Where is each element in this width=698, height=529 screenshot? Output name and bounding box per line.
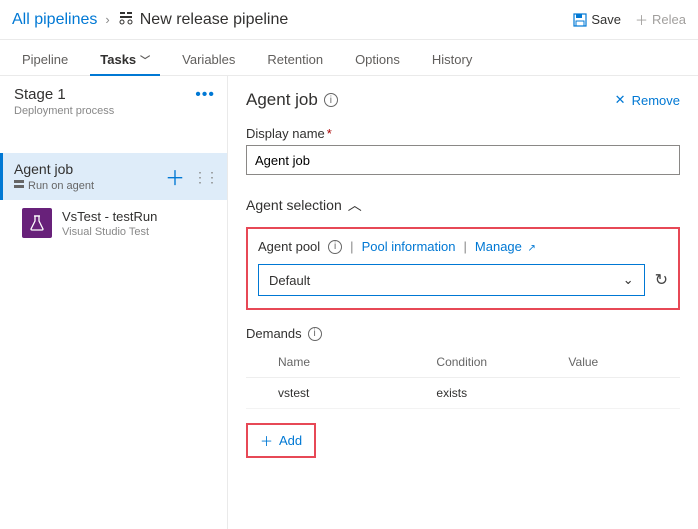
detail-title: Agent job <box>246 90 318 110</box>
tab-variables[interactable]: Variables <box>172 52 245 75</box>
breadcrumb-separator: › <box>105 12 109 27</box>
server-icon <box>14 179 24 192</box>
tab-history[interactable]: History <box>422 52 482 75</box>
stage-subtitle: Deployment process <box>14 105 114 117</box>
info-icon[interactable]: i <box>308 327 322 341</box>
save-label: Save <box>591 12 621 27</box>
col-header-value: Value <box>568 355 674 369</box>
chevron-up-icon: ︿ <box>348 195 362 215</box>
stage-panel: Stage 1 Deployment process ••• Agent job… <box>0 76 228 529</box>
detail-panel: Agent job i ✕ Remove Display name* Agent… <box>228 76 698 529</box>
manage-label: Manage <box>475 239 522 254</box>
info-icon[interactable]: i <box>328 240 342 254</box>
agent-job-title: Agent job <box>14 161 165 177</box>
chevron-down-icon: ﹀ <box>140 56 150 67</box>
pool-information-link[interactable]: Pool information <box>362 239 456 254</box>
drag-handle-icon[interactable]: ⋮⋮ <box>193 174 217 180</box>
cell-name: vstest <box>278 386 436 400</box>
add-demand-button[interactable]: ＋ Add <box>246 423 316 458</box>
task-subtitle: Visual Studio Test <box>62 226 157 238</box>
agent-selection-label: Agent selection <box>246 197 342 213</box>
agent-pool-section: Agent pool i | Pool information | Manage… <box>246 227 680 310</box>
tab-retention[interactable]: Retention <box>257 52 333 75</box>
tab-tasks-label: Tasks <box>100 52 136 67</box>
stage-title[interactable]: Stage 1 <box>14 86 114 103</box>
close-icon: ✕ <box>615 92 626 108</box>
table-row[interactable]: vstest exists <box>246 378 680 409</box>
col-header-condition: Condition <box>436 355 568 369</box>
display-name-label: Display name* <box>246 126 680 141</box>
breadcrumb: All pipelines › New release pipeline Sav… <box>0 0 698 40</box>
tab-pipeline[interactable]: Pipeline <box>12 52 78 75</box>
pipeline-icon <box>118 10 134 29</box>
tab-tasks[interactable]: Tasks ﹀ <box>90 52 160 75</box>
tab-options[interactable]: Options <box>345 52 410 75</box>
info-icon[interactable]: i <box>324 93 338 107</box>
add-task-button[interactable]: ＋ <box>165 162 185 191</box>
release-button[interactable]: ＋ Relea <box>635 10 686 29</box>
remove-label: Remove <box>632 93 680 108</box>
manage-link[interactable]: Manage ↗ <box>475 239 536 254</box>
save-button[interactable]: Save <box>573 12 621 27</box>
display-name-input[interactable] <box>246 145 680 175</box>
demands-table: Name Condition Value vstest exists <box>246 347 680 409</box>
task-title: VsTest - testRun <box>62 209 157 224</box>
stage-more-button[interactable]: ••• <box>195 86 215 104</box>
agent-pool-select[interactable]: Default ⌄ <box>258 264 645 296</box>
agent-job-subtitle: Run on agent <box>28 180 94 192</box>
breadcrumb-root-link[interactable]: All pipelines <box>12 11 97 29</box>
external-link-icon: ↗ <box>528 243 536 254</box>
col-header-name: Name <box>278 355 436 369</box>
add-label: Add <box>279 433 302 448</box>
agent-job-row[interactable]: Agent job Run on agent ＋ ⋮⋮ <box>0 153 227 200</box>
task-row-vstest[interactable]: VsTest - testRun Visual Studio Test <box>0 200 227 246</box>
release-label: Relea <box>652 12 686 27</box>
agent-pool-value: Default <box>269 273 310 288</box>
cell-condition: exists <box>436 386 568 400</box>
plus-icon: ＋ <box>635 10 648 29</box>
agent-selection-toggle[interactable]: Agent selection ︿ <box>246 195 680 215</box>
agent-pool-label: Agent pool <box>258 239 320 254</box>
chevron-down-icon: ⌄ <box>623 272 634 288</box>
tab-bar: Pipeline Tasks ﹀ Variables Retention Opti… <box>0 40 698 76</box>
demands-label: Demands <box>246 326 302 341</box>
flask-icon <box>22 208 52 238</box>
page-title: New release pipeline <box>140 11 289 29</box>
refresh-icon[interactable]: ↻ <box>655 270 668 290</box>
plus-icon: ＋ <box>260 431 273 450</box>
remove-button[interactable]: ✕ Remove <box>615 92 680 108</box>
cell-value <box>568 386 674 400</box>
